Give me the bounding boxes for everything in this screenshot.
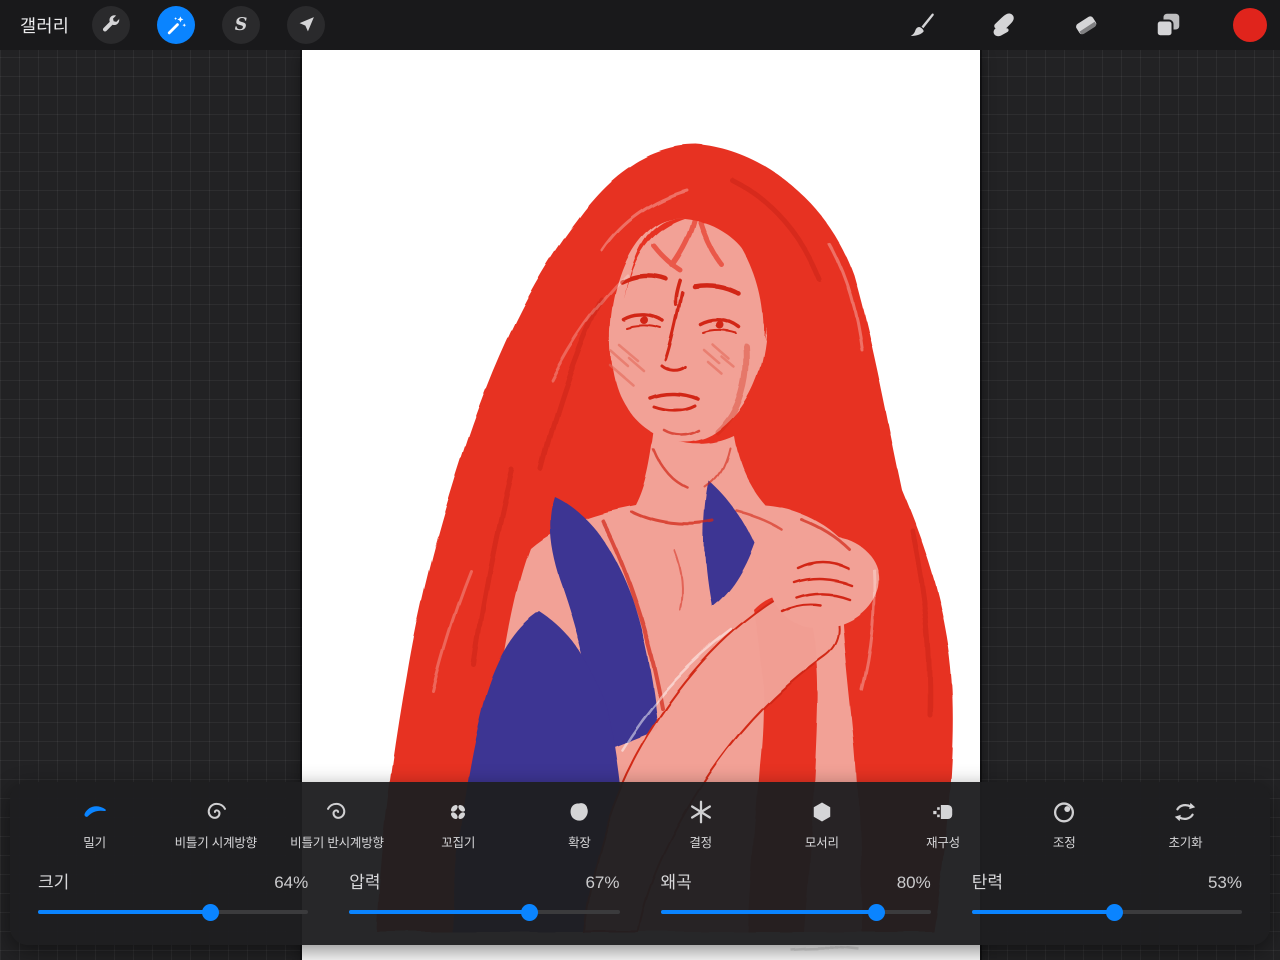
slider-thumb[interactable]: [521, 904, 539, 921]
slider-fill: [971, 904, 1123, 921]
slider-value: 53%: [1207, 873, 1242, 892]
mode-edge[interactable]: 모서리: [761, 797, 882, 851]
right-tool-cluster: [904, 7, 1268, 43]
gallery-button[interactable]: 갤러리: [20, 13, 69, 38]
mode-expand[interactable]: 확장: [519, 797, 640, 851]
mode-reset[interactable]: 초기화: [1125, 797, 1246, 851]
selection-s-icon: S: [235, 15, 248, 35]
size-slider[interactable]: [38, 903, 309, 921]
transform-arrow-icon: [299, 17, 315, 32]
adjust-icon: [1054, 802, 1075, 823]
liquify-slider-row: 크기 64% 압력 67% 왜곡 80% 탄력 53%: [10, 868, 1270, 921]
slider-label: 탄력: [971, 873, 1004, 892]
selection-button[interactable]: S: [222, 6, 261, 44]
momentum-slider-group: 탄력 53%: [971, 868, 1242, 921]
slider-label: 크기: [38, 873, 70, 892]
pressure-slider[interactable]: [349, 903, 620, 921]
slider-fill: [38, 904, 219, 921]
liquify-mode-row: 밀기 비틀기 시계방향 비틀기 반시계방향 꼬집기 확장 결정 모서리 재구성 …: [10, 797, 1270, 851]
color-button[interactable]: [1232, 7, 1268, 43]
mode-adjust[interactable]: 조정: [1004, 797, 1125, 851]
push-swoosh-icon: [84, 806, 106, 817]
mode-label: 비틀기 반시계방향: [290, 836, 384, 850]
mode-push[interactable]: 밀기: [34, 797, 155, 851]
layers-icon: [1155, 13, 1180, 38]
slider-label: 압력: [349, 873, 381, 892]
mode-label: 꼬집기: [441, 836, 476, 850]
brush-button[interactable]: [904, 7, 940, 43]
mode-label: 비틀기 시계방향: [174, 836, 258, 850]
top-toolbar: 갤러리 S: [0, 0, 1280, 50]
mode-label: 결정: [689, 836, 712, 850]
mode-label: 모서리: [804, 836, 839, 850]
selection-letter: S: [235, 15, 248, 35]
slider-value: 64%: [274, 873, 309, 892]
liquify-panel: 밀기 비틀기 시계방향 비틀기 반시계방향 꼬집기 확장 결정 모서리 재구성 …: [10, 782, 1270, 945]
slider-thumb[interactable]: [867, 904, 885, 921]
momentum-slider[interactable]: [971, 903, 1242, 921]
slider-value: 67%: [585, 873, 620, 892]
smudge-icon: [993, 13, 1014, 37]
erase-button[interactable]: [1068, 7, 1104, 43]
mode-label: 재구성: [926, 836, 960, 850]
mode-reconstruct[interactable]: 재구성: [882, 797, 1003, 851]
twirl-counterclockwise-icon: [326, 802, 346, 819]
mode-label: 밀기: [83, 836, 106, 850]
reset-icon: [1175, 802, 1196, 822]
color-swatch: [1233, 8, 1267, 42]
smudge-button[interactable]: [986, 7, 1022, 43]
expand-icon: [570, 803, 589, 821]
slider-fill: [660, 904, 885, 921]
size-slider-group: 크기 64%: [38, 868, 309, 921]
mode-label: 초기화: [1168, 836, 1203, 850]
slider-label: 왜곡: [660, 873, 692, 892]
mode-crystal[interactable]: 결정: [640, 797, 761, 851]
distortion-slider-group: 왜곡 80%: [660, 868, 931, 921]
mode-twirl-cw[interactable]: 비틀기 시계방향: [155, 797, 276, 851]
slider-fill: [349, 904, 539, 921]
left-tool-cluster: S: [92, 6, 326, 44]
transform-button[interactable]: [287, 6, 326, 44]
magic-wand-icon: [168, 16, 187, 35]
mode-label: 조정: [1052, 836, 1076, 850]
adjustments-button[interactable]: [157, 6, 196, 44]
mode-pinch[interactable]: 꼬집기: [398, 797, 519, 851]
crystal-icon: [690, 800, 711, 824]
distortion-slider[interactable]: [660, 903, 931, 921]
wrench-icon: [103, 15, 120, 32]
edge-icon: [813, 802, 831, 822]
mode-label: 확장: [568, 836, 591, 850]
reconstruct-icon: [933, 804, 953, 820]
mode-twirl-ccw[interactable]: 비틀기 반시계방향: [276, 797, 397, 851]
eraser-icon: [1076, 16, 1097, 36]
pressure-slider-group: 압력 67%: [349, 868, 620, 921]
slider-value: 80%: [896, 873, 931, 892]
pinch-icon: [451, 804, 466, 820]
actions-button[interactable]: [92, 6, 131, 44]
layers-button[interactable]: [1150, 7, 1186, 43]
twirl-clockwise-icon: [207, 802, 226, 819]
slider-thumb[interactable]: [201, 904, 219, 921]
slider-thumb[interactable]: [1105, 904, 1123, 921]
brush-icon: [910, 13, 934, 37]
